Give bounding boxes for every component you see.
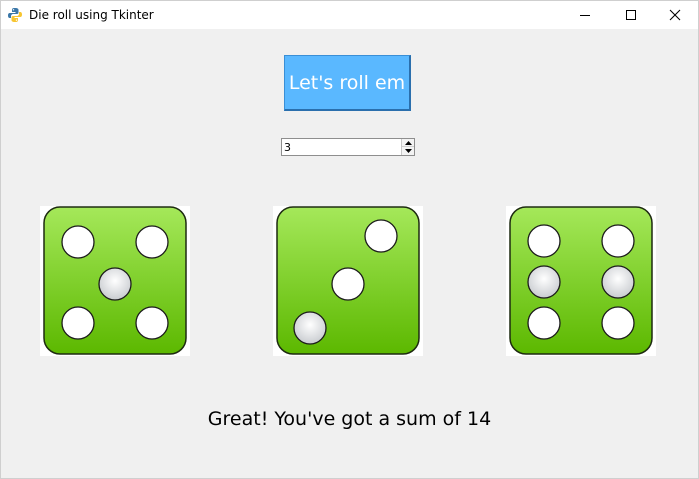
minimize-icon: [580, 15, 590, 16]
die-pip: [364, 219, 398, 253]
roll-button[interactable]: Let's roll em: [284, 55, 411, 111]
die-pip: [135, 225, 169, 259]
die-pip: [331, 267, 365, 301]
arrow-down-icon: [404, 149, 412, 153]
die-pip: [601, 306, 635, 340]
close-button[interactable]: [652, 1, 698, 29]
die-pip: [61, 306, 95, 340]
close-icon: [669, 9, 681, 21]
app-window: Die roll using Tkinter Let's roll em Gre…: [0, 0, 699, 479]
die-pip: [601, 224, 635, 258]
die-1: [40, 206, 190, 356]
maximize-button[interactable]: [608, 1, 654, 29]
die-face-6: [509, 206, 653, 355]
die-pip: [527, 306, 561, 340]
die-pip: [601, 265, 635, 299]
arrow-up-icon: [404, 140, 412, 145]
die-pip: [98, 267, 132, 301]
die-3: [506, 206, 656, 356]
die-2: [273, 206, 423, 356]
dice-count-input[interactable]: [283, 139, 403, 155]
title-bar: Die roll using Tkinter: [1, 1, 698, 29]
maximize-icon: [626, 10, 636, 20]
spin-down-button[interactable]: [402, 147, 414, 155]
minimize-button[interactable]: [562, 1, 608, 29]
spin-arrows: [401, 139, 414, 155]
python-icon: [8, 8, 22, 22]
die-pip: [527, 224, 561, 258]
die-face-3: [276, 206, 420, 355]
die-pip: [135, 306, 169, 340]
window-title: Die roll using Tkinter: [29, 8, 154, 22]
die-pip: [61, 225, 95, 259]
die-pip: [293, 311, 327, 345]
result-label: Great! You've got a sum of 14: [207, 408, 492, 430]
dice-count-spinbox[interactable]: [281, 138, 415, 156]
die-face-5: [43, 206, 187, 355]
spin-up-button[interactable]: [402, 139, 414, 147]
die-pip: [527, 265, 561, 299]
